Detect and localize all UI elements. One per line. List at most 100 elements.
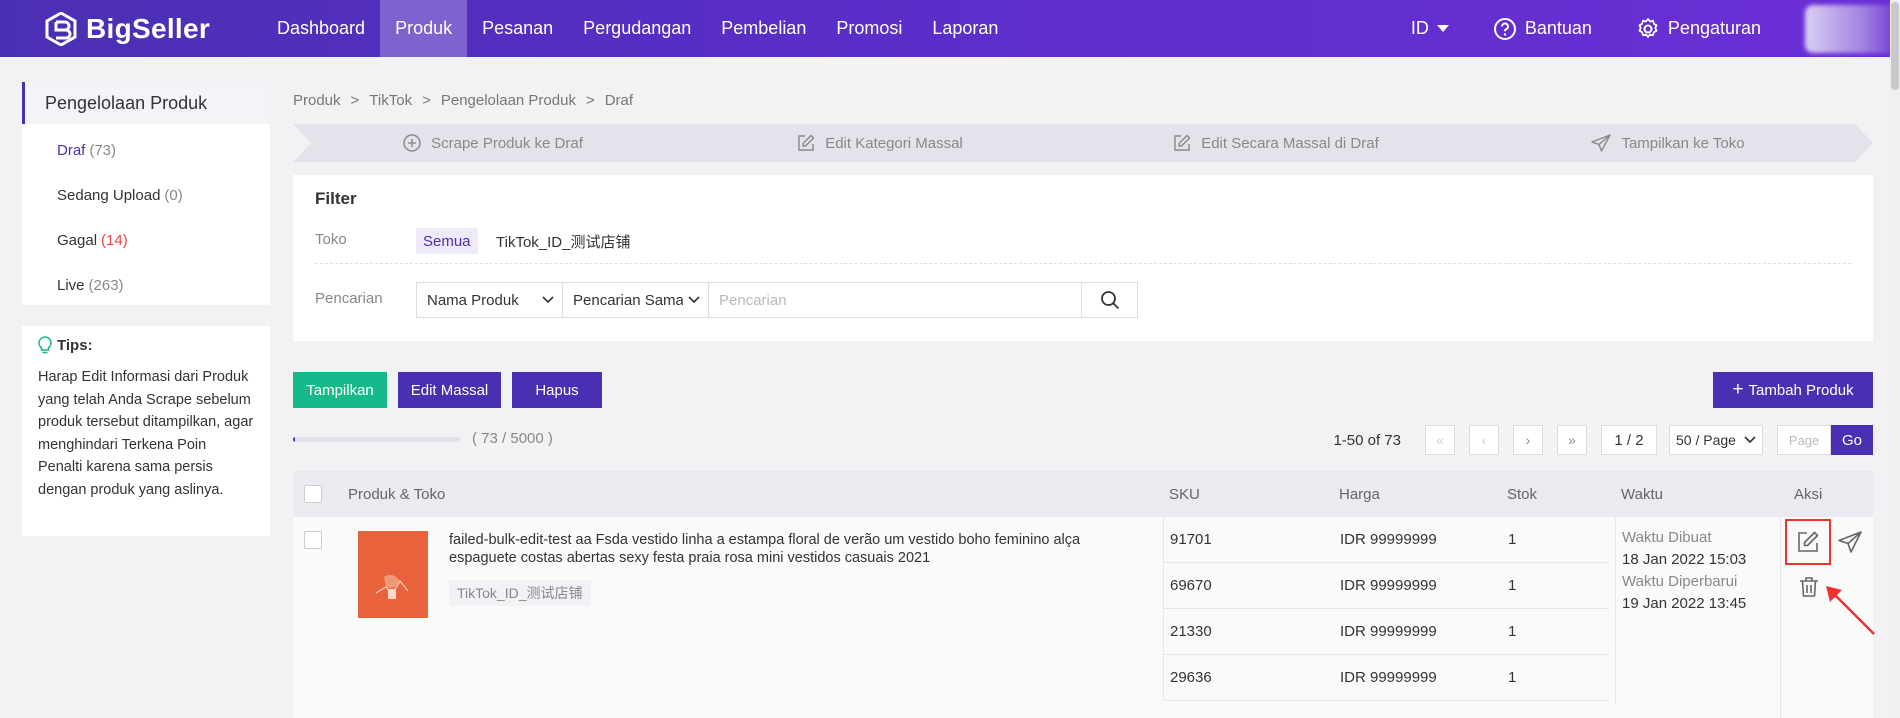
nav-produk[interactable]: Produk bbox=[380, 0, 468, 57]
bulk-edit-button[interactable]: Edit Massal bbox=[398, 372, 501, 408]
search-input[interactable] bbox=[709, 283, 1081, 317]
chevron-down-icon bbox=[688, 296, 700, 304]
nav-pesanan[interactable]: Pesanan bbox=[467, 0, 568, 57]
nav-laporan[interactable]: Laporan bbox=[917, 0, 1013, 57]
prev-page-button[interactable]: ‹ bbox=[1469, 425, 1499, 455]
sidebar-item-count: (73) bbox=[89, 142, 117, 159]
col-product: Produk & Toko bbox=[348, 486, 446, 503]
edit-product-button[interactable] bbox=[1785, 519, 1831, 565]
table-row: failed-bulk-edit-test aa Fsda vestido li… bbox=[293, 517, 1873, 718]
page-go-button[interactable]: Go bbox=[1831, 425, 1873, 455]
show-button[interactable]: Tampilkan bbox=[293, 372, 387, 408]
next-page-button[interactable]: › bbox=[1513, 425, 1543, 455]
add-product-label: Tambah Produk bbox=[1748, 381, 1854, 399]
sidebar-item-sedang-upload[interactable]: Sedang Upload (0) bbox=[22, 173, 270, 218]
variant-stock: 1 bbox=[1508, 669, 1517, 686]
updated-value: 19 Jan 2022 13:45 bbox=[1622, 595, 1747, 612]
sidebar-item-count: (0) bbox=[164, 187, 183, 204]
delete-product-button[interactable] bbox=[1799, 576, 1819, 602]
sidebar-item-live[interactable]: Live (263) bbox=[22, 263, 270, 308]
product-thumbnail[interactable] bbox=[358, 531, 428, 618]
top-nav: BigSeller Dashboard Produk Pesanan Pergu… bbox=[0, 0, 1900, 57]
page-range: 1-50 of 73 bbox=[1333, 431, 1401, 449]
created-value: 18 Jan 2022 15:03 bbox=[1622, 551, 1747, 568]
breadcrumb: Produk > TikTok > Pengelolaan Produk > Draf bbox=[293, 92, 633, 109]
plus-icon: + bbox=[1732, 379, 1744, 400]
edit-icon bbox=[1798, 531, 1819, 552]
col-action: Aksi bbox=[1794, 486, 1823, 503]
variant-sku: 69670 bbox=[1170, 577, 1212, 594]
step-label: Edit Kategori Massal bbox=[825, 134, 963, 152]
page-scrollbar[interactable] bbox=[1890, 0, 1900, 718]
nav-right: ID Bantuan Pengaturan bbox=[1411, 0, 1900, 57]
add-product-button[interactable]: + Tambah Produk bbox=[1713, 372, 1873, 408]
tips-header: Tips: bbox=[38, 336, 254, 354]
variant-row: 69670 IDR 99999999 1 bbox=[1164, 563, 1609, 609]
variant-price: IDR 99999999 bbox=[1340, 577, 1437, 594]
product-title[interactable]: failed-bulk-edit-test aa Fsda vestido li… bbox=[449, 531, 1149, 567]
col-sku: SKU bbox=[1169, 486, 1200, 503]
step-label: Scrape Produk ke Draf bbox=[431, 134, 583, 152]
variant-price: IDR 99999999 bbox=[1340, 623, 1437, 640]
variant-price: IDR 99999999 bbox=[1340, 669, 1437, 686]
variant-row: 21330 IDR 99999999 1 bbox=[1164, 609, 1609, 655]
first-page-button[interactable]: « bbox=[1425, 425, 1455, 455]
bigseller-logo-icon bbox=[45, 11, 77, 46]
nav-promosi[interactable]: Promosi bbox=[821, 0, 917, 57]
page-jump-input[interactable]: Page bbox=[1777, 425, 1831, 455]
variant-list: 91701 IDR 99999999 1 69670 IDR 99999999 … bbox=[1163, 517, 1609, 701]
settings-link[interactable]: Pengaturan bbox=[1636, 17, 1761, 41]
nav-dashboard[interactable]: Dashboard bbox=[262, 0, 380, 57]
tips-card: Tips: Harap Edit Informasi dari Produk y… bbox=[22, 326, 270, 536]
filter-title: Filter bbox=[315, 189, 357, 208]
select-all-checkbox[interactable] bbox=[304, 485, 322, 503]
edit-icon bbox=[797, 134, 815, 152]
user-avatar[interactable] bbox=[1805, 4, 1900, 53]
step-label: Tampilkan ke Toko bbox=[1621, 134, 1745, 152]
variant-stock: 1 bbox=[1508, 577, 1517, 594]
search-icon bbox=[1100, 291, 1119, 310]
last-page-button[interactable]: » bbox=[1557, 425, 1587, 455]
breadcrumb-produk[interactable]: Produk bbox=[293, 92, 341, 109]
toko-shop-option[interactable]: TikTok_ID_测试店铺 bbox=[496, 231, 630, 252]
step-edit-kategori[interactable]: Edit Kategori Massal bbox=[671, 124, 1089, 162]
page-size-select[interactable]: 50 / Page bbox=[1669, 425, 1763, 455]
variant-price: IDR 99999999 bbox=[1340, 531, 1437, 548]
search-mode-select[interactable]: Pencarian Sama bbox=[563, 283, 709, 317]
language-switch[interactable]: ID bbox=[1411, 18, 1449, 39]
toko-label: Toko bbox=[315, 231, 347, 248]
variant-stock: 1 bbox=[1508, 623, 1517, 640]
step-edit-massal[interactable]: Edit Secara Massal di Draf bbox=[1067, 124, 1485, 162]
gear-icon bbox=[1638, 17, 1658, 38]
variant-row: 91701 IDR 99999999 1 bbox=[1164, 517, 1609, 563]
toko-all-tag[interactable]: Semua bbox=[416, 228, 478, 254]
row-checkbox[interactable] bbox=[304, 531, 322, 549]
delete-button[interactable]: Hapus bbox=[512, 372, 602, 408]
language-label: ID bbox=[1410, 18, 1429, 38]
plus-circle-icon bbox=[403, 134, 421, 152]
breadcrumb-tiktok[interactable]: TikTok bbox=[369, 92, 412, 109]
sidebar-item-draf[interactable]: Draf (73) bbox=[22, 128, 270, 173]
col-stock: Stok bbox=[1507, 486, 1538, 503]
search-field-select[interactable]: Nama Produk bbox=[417, 283, 563, 317]
nav-pembelian[interactable]: Pembelian bbox=[706, 0, 821, 57]
help-link[interactable]: Bantuan bbox=[1493, 17, 1592, 41]
breadcrumb-separator: > bbox=[585, 92, 595, 109]
search-button[interactable] bbox=[1081, 283, 1137, 317]
scrollbar-thumb[interactable] bbox=[1891, 2, 1899, 90]
breadcrumb-pengelolaan[interactable]: Pengelolaan Produk bbox=[441, 92, 576, 109]
search-field-value: Nama Produk bbox=[427, 291, 519, 309]
variant-sku: 21330 bbox=[1170, 623, 1212, 640]
publish-button[interactable] bbox=[1837, 530, 1863, 558]
table-header: Produk & Toko SKU Harga Stok Waktu Aksi bbox=[293, 471, 1873, 517]
breadcrumb-separator: > bbox=[350, 92, 360, 109]
chevron-down-icon bbox=[542, 296, 554, 304]
step-scrape[interactable]: Scrape Produk ke Draf bbox=[293, 124, 693, 162]
nav-pergudangan[interactable]: Pergudangan bbox=[568, 0, 706, 57]
step-tampilkan[interactable]: Tampilkan ke Toko bbox=[1463, 124, 1873, 162]
brand-logo[interactable]: BigSeller bbox=[44, 11, 262, 46]
send-icon bbox=[1591, 134, 1611, 152]
sidebar-item-count: (263) bbox=[88, 277, 124, 294]
pagination: 1-50 of 73 « ‹ › » 1 / 2 50 / Page Page … bbox=[1333, 425, 1873, 455]
sidebar-item-gagal[interactable]: Gagal (14) bbox=[22, 218, 270, 263]
